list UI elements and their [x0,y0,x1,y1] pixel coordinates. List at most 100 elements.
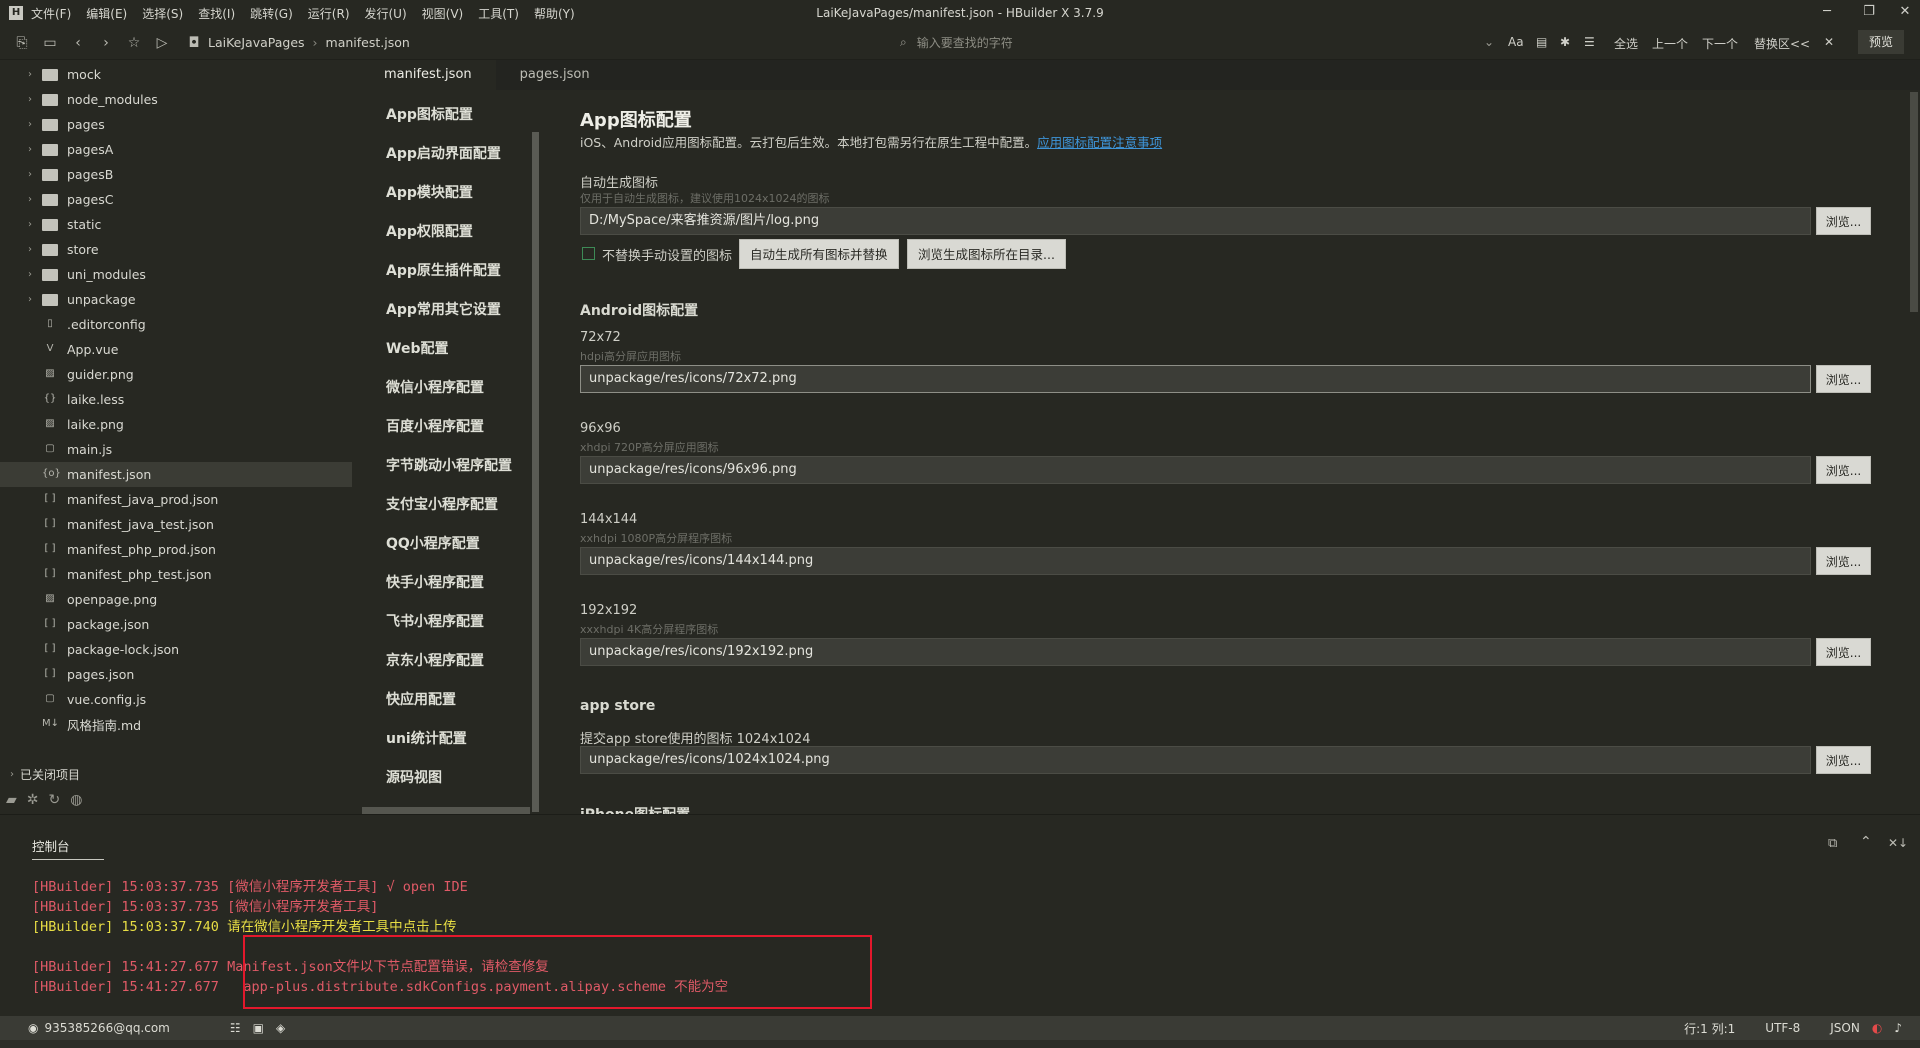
icon-192-input[interactable]: unpackage/res/icons/192x192.png [580,638,1811,666]
tree-item[interactable]: ▨ openpage.png [0,587,352,612]
checkbox-no-replace[interactable] [582,247,595,260]
nav-item[interactable]: uni统计配置 [386,728,467,748]
icon-144-input[interactable]: unpackage/res/icons/144x144.png [580,547,1811,575]
menu-item[interactable]: 编辑(E) [86,5,127,22]
menu-item[interactable]: 帮助(Y) [534,5,575,22]
nav-item[interactable]: App常用其它设置 [386,299,501,319]
browse-generated-dir-button[interactable]: 浏览生成图标所在目录... [907,239,1066,269]
menu-item[interactable]: 选择(S) [142,5,183,22]
tree-item[interactable]: [ ] package.json [0,612,352,637]
palette-icon[interactable]: ◍ [70,792,82,808]
tree-item[interactable]: › pagesB [0,162,352,187]
chevron-right-icon[interactable]: › [28,69,42,80]
nav-item[interactable]: 快应用配置 [386,689,456,709]
chevron-right-icon[interactable]: › [28,94,42,105]
icon-72-browse-button[interactable]: 浏览... [1816,365,1871,393]
chevron-right-icon[interactable]: › [28,269,42,280]
menu-item[interactable]: 文件(F) [31,5,71,22]
tree-item[interactable]: › pages [0,112,352,137]
tree-item[interactable]: [ ] pages.json [0,662,352,687]
tree-item[interactable]: [ ] package-lock.json [0,637,352,662]
chevron-right-icon[interactable]: › [28,244,42,255]
tree-item[interactable]: {o} manifest.json [0,462,352,487]
search-input[interactable]: 输入要查找的字符 [917,34,1013,51]
run-icon[interactable]: ▷ [148,35,176,51]
nav-item[interactable]: App启动界面配置 [386,143,501,163]
find-prev-button[interactable]: 上一个 [1652,35,1688,52]
select-all-button[interactable]: 全选 [1614,35,1638,52]
menu-item[interactable]: 查找(I) [198,5,235,22]
tab-manifest[interactable]: manifest.json [360,60,496,90]
tree-item[interactable]: M↓ 风格指南.md [0,712,352,737]
icon-96-browse-button[interactable]: 浏览... [1816,456,1871,484]
cursor-position[interactable]: 行:1 列:1 [1684,1020,1735,1037]
tree-item[interactable]: › unpackage [0,287,352,312]
chevron-right-icon[interactable]: › [28,194,42,205]
outline-icon[interactable]: ☷ [230,1021,241,1035]
plugin-icon[interactable]: ◈ [276,1021,285,1035]
chevron-right-icon[interactable]: › [28,294,42,305]
menu-item[interactable]: 发行(U) [365,5,407,22]
tree-item[interactable]: ▢ vue.config.js [0,687,352,712]
tree-item[interactable]: {} laike.less [0,387,352,412]
appstore-icon-input[interactable]: unpackage/res/icons/1024x1024.png [580,746,1811,774]
user-account[interactable]: 935385266@qq.com [44,1021,169,1035]
nav-item[interactable]: App权限配置 [386,221,473,241]
close-search-icon[interactable]: ✕ [1824,35,1834,49]
bell-icon[interactable]: ♪ [1894,1021,1902,1035]
content-scrollbar[interactable] [1910,92,1918,312]
breadcrumb-file[interactable]: manifest.json [326,35,410,50]
search-bar[interactable]: ⌕ 输入要查找的字符 [900,30,1482,54]
nav-item[interactable]: App模块配置 [386,182,473,202]
nav-item[interactable]: 飞书小程序配置 [386,611,484,631]
find-next-button[interactable]: 下一个 [1702,35,1738,52]
clear-console-icon[interactable]: ✕↓ [1888,836,1908,850]
tree-item[interactable]: ▢ main.js [0,437,352,462]
preview-button[interactable]: 预览 [1858,30,1904,54]
icon-config-notes-link[interactable]: 应用图标配置注意事项 [1037,135,1162,150]
nav-item[interactable]: 快手小程序配置 [386,572,484,592]
tree-item[interactable]: V App.vue [0,337,352,362]
tree-item[interactable]: [ ] manifest_php_test.json [0,562,352,587]
star-icon[interactable]: ☆ [120,35,148,51]
chevron-right-icon[interactable]: › [28,144,42,155]
nav-scrollbar[interactable] [532,132,539,812]
nav-horizontal-scrollbar[interactable] [362,807,530,814]
language-mode[interactable]: JSON [1830,1021,1860,1035]
menu-item[interactable]: 跳转(G) [250,5,293,22]
menu-item[interactable]: 运行(R) [308,5,350,22]
chevron-right-icon[interactable]: › [28,169,42,180]
refresh-icon[interactable]: ↻ [49,792,61,808]
nav-item[interactable]: QQ小程序配置 [386,533,480,553]
bug-icon[interactable]: ✲ [27,792,39,808]
auto-icon-browse-button[interactable]: 浏览... [1816,207,1871,235]
icon-96-input[interactable]: unpackage/res/icons/96x96.png [580,456,1811,484]
menu-item[interactable]: 工具(T) [478,5,519,22]
tree-item[interactable]: ▯ .editorconfig [0,312,352,337]
nav-item[interactable]: Web配置 [386,338,448,358]
minimize-icon[interactable]: ─ [1812,4,1842,19]
dropdown-icon[interactable]: ⌄ [1484,35,1494,49]
icon-192-browse-button[interactable]: 浏览... [1816,638,1871,666]
restore-icon[interactable]: ❐ [1854,4,1884,19]
tree-item[interactable]: [ ] manifest_java_test.json [0,512,352,537]
breadcrumb-project[interactable]: LaiKeJavaPages [208,35,305,50]
tree-item[interactable]: › static [0,212,352,237]
new-file-icon[interactable]: ⎘ [8,35,36,51]
tree-item[interactable]: › pagesA [0,137,352,162]
nav-item[interactable]: 字节跳动小程序配置 [386,455,512,475]
chevron-right-icon[interactable]: › [28,119,42,130]
icon-72-input[interactable]: unpackage/res/icons/72x72.png [580,365,1811,393]
close-icon[interactable]: ✕ [1890,4,1920,19]
folder-icon[interactable]: ▰ [6,792,17,808]
nav-item[interactable]: 京东小程序配置 [386,650,484,670]
tree-item[interactable]: › pagesC [0,187,352,212]
tab-pages[interactable]: pages.json [496,60,614,90]
notification-icon[interactable]: ◐ [1872,1021,1882,1035]
open-external-icon[interactable]: ⧉ [1828,836,1837,851]
tree-item[interactable]: [ ] manifest_java_prod.json [0,487,352,512]
tree-item[interactable]: › node_modules [0,87,352,112]
forward-icon[interactable]: › [92,35,120,51]
nav-item[interactable]: 支付宝小程序配置 [386,494,498,514]
chevron-right-icon[interactable]: › [28,219,42,230]
